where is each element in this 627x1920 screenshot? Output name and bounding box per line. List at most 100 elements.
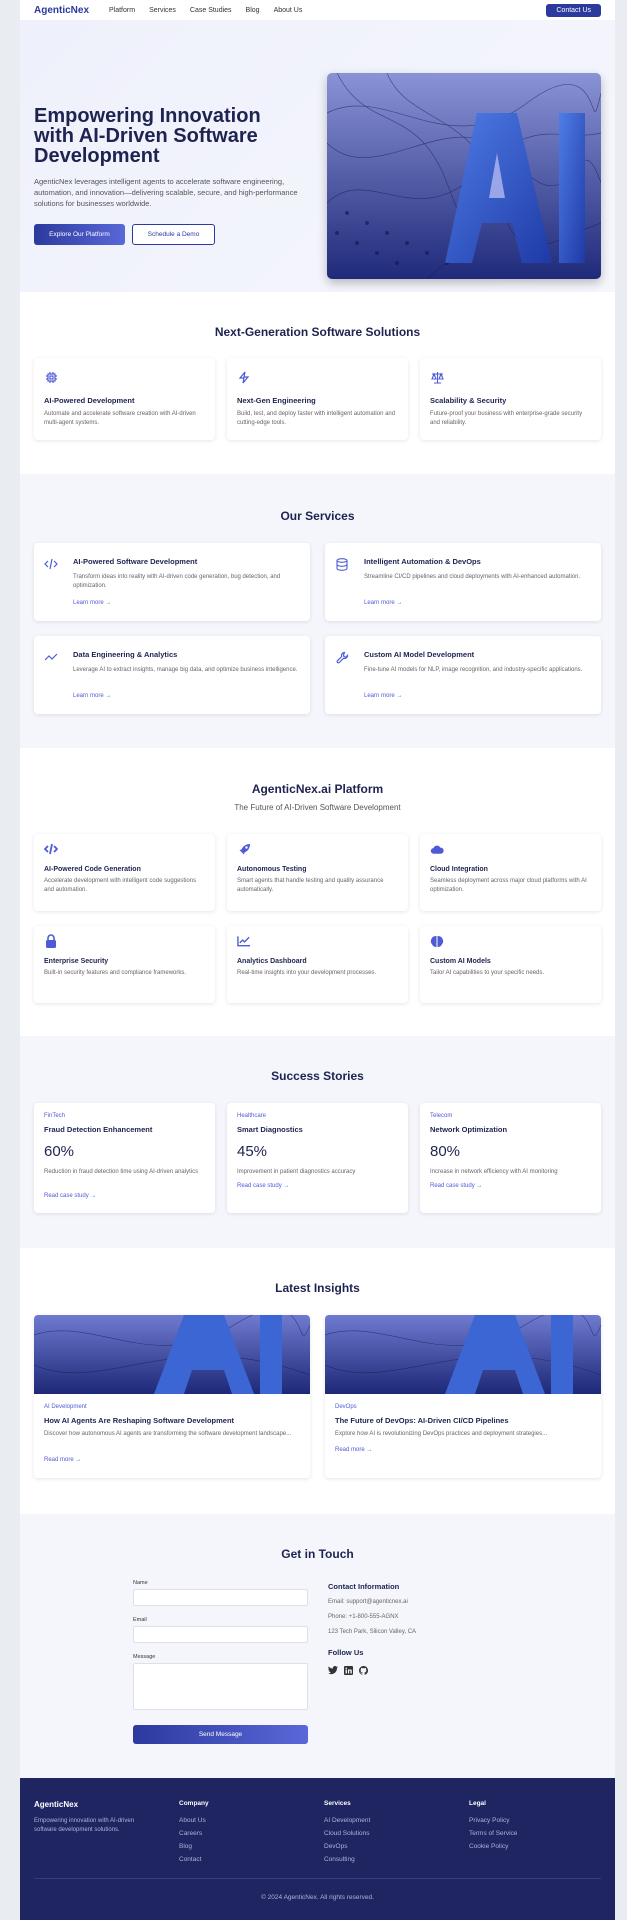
service-card[interactable]: AI-Powered Software Development Transfor… (34, 543, 310, 621)
nav-link-blog[interactable]: Blog (246, 7, 260, 14)
contact-heading: Get in Touch (281, 1547, 354, 1561)
card-desc: Tailor AI capabilities to your specific … (430, 970, 545, 976)
card-title: Custom AI Model Development (364, 650, 475, 659)
story-tag: Telecom (430, 1113, 453, 1119)
card-desc: Future-proof your business with enterpri… (430, 411, 583, 426)
story-title: Smart Diagnostics (237, 1125, 303, 1134)
blog-card[interactable]: AI Development How AI Agents Are Reshapi… (34, 1315, 310, 1478)
message-label: Message (133, 1654, 156, 1660)
contact-phone: Phone: +1-800-555-AGNX (328, 1614, 399, 1620)
stories-section: Success Stories FinTech Fraud Detection … (20, 1036, 615, 1248)
github-icon[interactable] (358, 1662, 369, 1680)
copyright: © 2024 AgenticNex. All rights reserved. (261, 1894, 374, 1901)
linkedin-icon[interactable] (344, 1662, 353, 1680)
card-desc: Seamless deployment across major cloud p… (430, 878, 587, 893)
story-desc: Reduction in fraud detection time using … (44, 1169, 199, 1175)
service-card[interactable]: Intelligent Automation & DevOps Streamli… (325, 543, 601, 621)
story-desc: Increase in network efficiency with AI m… (430, 1169, 558, 1175)
feature-card: Cloud Integration Seamless deployment ac… (420, 834, 601, 911)
contact-email[interactable]: Email: support@agenticnex.ai (328, 1598, 408, 1607)
read-more-link[interactable]: Read more → (44, 1457, 81, 1463)
nav-link-services[interactable]: Services (149, 7, 176, 14)
solution-card: Next-Gen Engineering Build, test, and de… (227, 358, 408, 440)
service-card[interactable]: Custom AI Model Development Fine-tune AI… (325, 636, 601, 714)
code-icon (44, 557, 58, 571)
card-desc: Build, test, and deploy faster with inte… (237, 411, 396, 426)
cloud-icon (430, 842, 444, 856)
footer: AgenticNex Empowering innovation with AI… (20, 1778, 615, 1920)
learn-more-link[interactable]: Learn more → (73, 693, 111, 699)
lock-icon (44, 934, 58, 948)
nav-logo[interactable]: AgenticNex (34, 5, 109, 16)
explore-platform-button[interactable]: Explore Our Platform (34, 224, 125, 245)
footer-link[interactable]: Consulting (324, 1856, 355, 1863)
footer-link[interactable]: AI Development (324, 1817, 370, 1824)
card-title: AI-Powered Code Generation (44, 866, 141, 873)
footer-services-heading: Services (324, 1800, 351, 1807)
footer-link[interactable]: Contact (179, 1856, 201, 1863)
solution-card: AI-Powered Development Automate and acce… (34, 358, 215, 440)
name-input[interactable] (133, 1589, 308, 1606)
contact-section: Get in Touch Name Email Message Send Mes… (20, 1514, 615, 1778)
contact-us-button[interactable]: Contact Us (546, 3, 601, 17)
card-desc: Smart agents that handle testing and qua… (237, 878, 384, 893)
analytics-icon (237, 934, 251, 948)
footer-legal-heading: Legal (469, 1800, 486, 1807)
contact-info-heading: Contact Information (328, 1582, 400, 1591)
read-more-link[interactable]: Read more → (335, 1447, 372, 1453)
story-title: Fraud Detection Enhancement (44, 1125, 153, 1134)
insights-heading: Latest Insights (275, 1281, 360, 1295)
read-case-study-link[interactable]: Read case study → (237, 1183, 289, 1189)
nav-link-case-studies[interactable]: Case Studies (190, 7, 232, 14)
read-case-study-link[interactable]: Read case study → (430, 1183, 482, 1189)
send-message-button[interactable]: Send Message (133, 1725, 308, 1744)
story-stat: 80% (430, 1143, 461, 1160)
hero-description: AgenticNex leverages intelligent agents … (34, 177, 298, 208)
learn-more-link[interactable]: Learn more → (364, 693, 402, 699)
nav-link-about[interactable]: About Us (274, 7, 303, 14)
card-title: Data Engineering & Analytics (73, 650, 178, 659)
card-title: AI-Powered Software Development (73, 557, 198, 566)
footer-link[interactable]: Cloud Solutions (324, 1830, 370, 1837)
follow-heading: Follow Us (328, 1648, 364, 1657)
read-case-study-link[interactable]: Read case study → (44, 1193, 96, 1199)
email-input[interactable] (133, 1626, 308, 1643)
social-links (328, 1662, 369, 1680)
story-card: FinTech Fraud Detection Enhancement 60% … (34, 1103, 215, 1213)
footer-link[interactable]: Blog (179, 1843, 192, 1850)
card-desc: Automate and accelerate software creatio… (44, 411, 196, 426)
card-title: Analytics Dashboard (237, 958, 307, 965)
story-tag: FinTech (44, 1113, 66, 1119)
footer-divider (34, 1878, 601, 1879)
story-title: Network Optimization (430, 1125, 508, 1134)
card-title: Enterprise Security (44, 958, 109, 965)
footer-link[interactable]: Terms of Service (469, 1830, 517, 1837)
blog-tag: AI Development (44, 1404, 87, 1410)
footer-link[interactable]: DevOps (324, 1843, 347, 1850)
blog-thumbnail (325, 1315, 601, 1394)
blog-title: How AI Agents Are Reshaping Software Dev… (44, 1416, 235, 1425)
footer-link[interactable]: Cookie Policy (469, 1843, 508, 1850)
blog-title: The Future of DevOps: AI-Driven CI/CD Pi… (335, 1416, 509, 1425)
service-card[interactable]: Data Engineering & Analytics Leverage AI… (34, 636, 310, 714)
schedule-demo-button[interactable]: Schedule a Demo (132, 224, 215, 245)
story-card: Healthcare Smart Diagnostics 45% Improve… (227, 1103, 408, 1213)
footer-link[interactable]: About Us (179, 1817, 206, 1824)
card-title: Custom AI Models (430, 958, 491, 965)
learn-more-link[interactable]: Learn more → (73, 600, 111, 606)
footer-link[interactable]: Careers (179, 1830, 202, 1837)
name-label: Name (133, 1580, 148, 1586)
message-textarea[interactable] (133, 1663, 308, 1710)
feature-card: Enterprise Security Built-in security fe… (34, 926, 215, 1003)
feature-card: Analytics Dashboard Real-time insights i… (227, 926, 408, 1003)
footer-link[interactable]: Privacy Policy (469, 1817, 509, 1824)
card-desc: Accelerate development with intelligent … (44, 878, 197, 893)
nav-link-platform[interactable]: Platform (109, 7, 135, 14)
learn-more-link[interactable]: Learn more → (364, 600, 402, 606)
blog-card[interactable]: DevOps The Future of DevOps: AI-Driven C… (325, 1315, 601, 1478)
story-desc: Improvement in patient diagnostics accur… (237, 1169, 356, 1175)
platform-subheading: The Future of AI-Driven Software Develop… (234, 803, 401, 812)
feature-card: Autonomous Testing Smart agents that han… (227, 834, 408, 911)
twitter-icon[interactable] (328, 1662, 338, 1680)
scale-icon (430, 370, 444, 384)
